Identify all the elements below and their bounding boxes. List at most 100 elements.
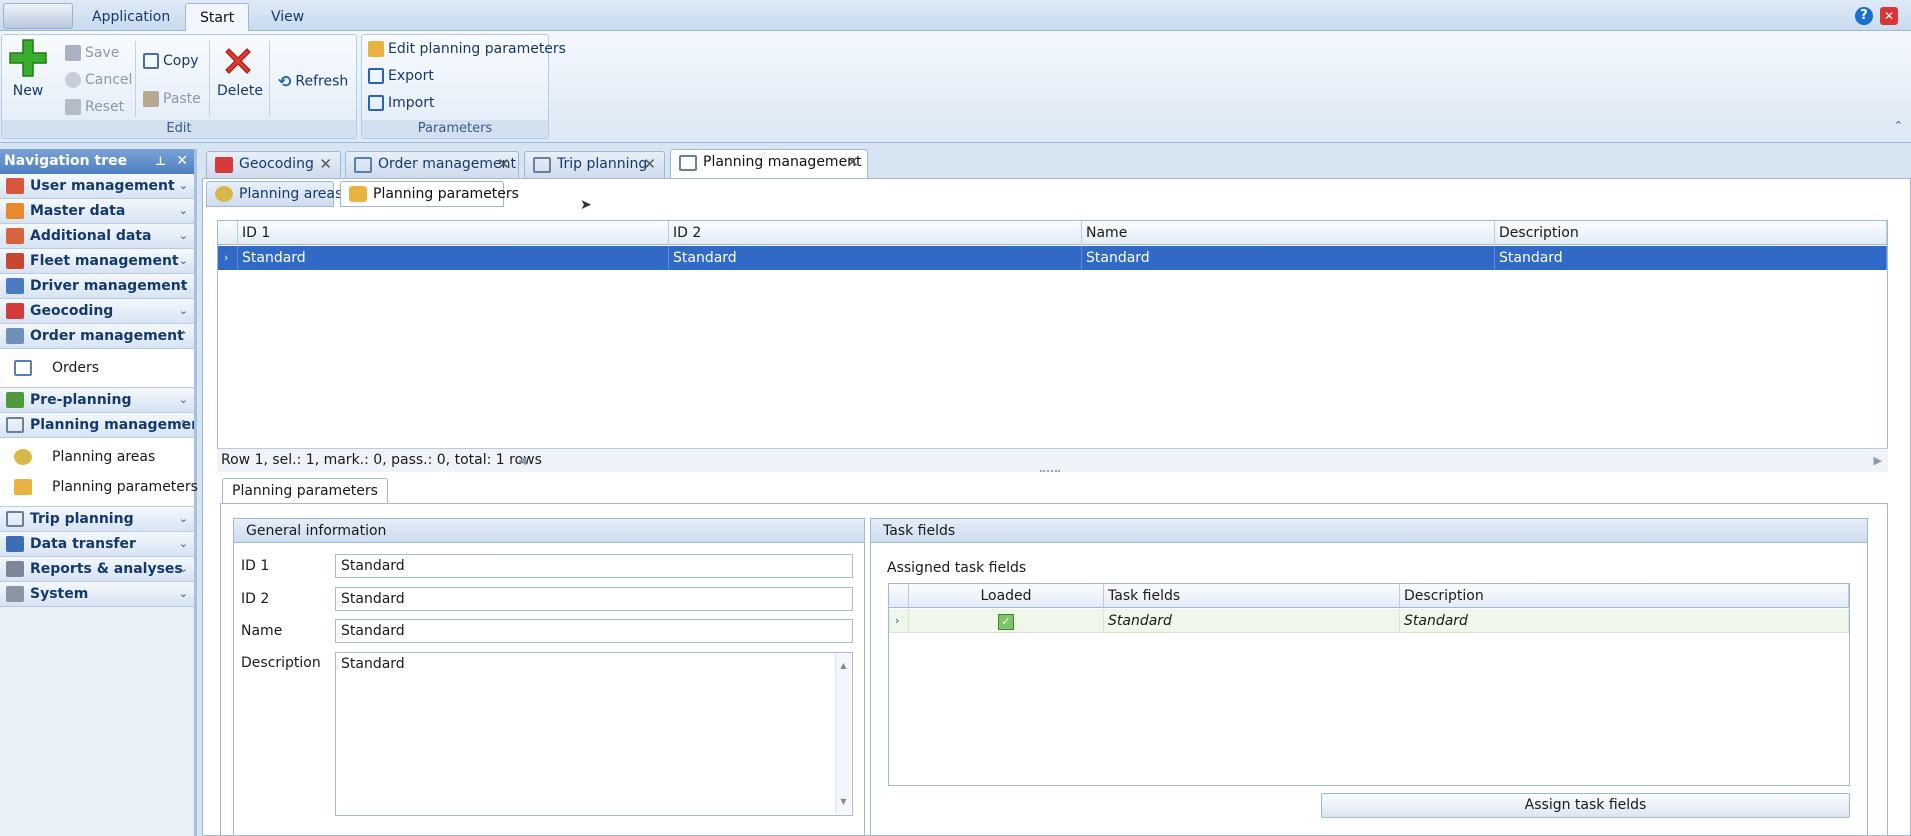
description-scrollbar[interactable]: ▲ ▼ [835,654,851,814]
column-header-task-fields[interactable]: Task fields [1104,584,1400,608]
close-icon[interactable]: ✕ [1880,7,1898,25]
nav-group-reports-analyses[interactable]: Reports & analyses ⌄ [0,557,194,582]
nav-group-data-transfer[interactable]: Data transfer ⌄ [0,532,194,557]
column-header-id2[interactable]: ID 2 [669,221,1082,245]
navigation-tree-title: Navigation tree [4,153,128,169]
table-cell[interactable]: Standard [669,246,1082,270]
nav-group-label: Order management [30,328,184,344]
column-header-description[interactable]: Description [1495,221,1887,245]
import-button-label: Import [388,95,435,111]
pin-icon[interactable]: ⊥ [155,149,166,174]
tab-label: Planning parameters [373,186,519,202]
nav-group-geocoding[interactable]: Geocoding ⌄ [0,299,194,324]
tab-planning-areas[interactable]: Planning areas [206,181,342,207]
table-cell[interactable]: Standard [238,246,669,270]
id1-field[interactable]: Standard [335,554,853,578]
chevron-down-icon: ⌄ [178,204,188,217]
column-header-loaded[interactable]: Loaded [909,584,1104,608]
description-field[interactable]: Standard ▲ ▼ [335,652,853,816]
application-menu-button[interactable] [3,3,73,29]
nav-group-pre-planning[interactable]: Pre-planning ⌄ [0,388,194,413]
column-header-id1[interactable]: ID 1 [238,221,669,245]
edit-planning-parameters-button[interactable]: Edit planning parameters [368,41,566,57]
close-icon[interactable]: ✕ [497,152,510,177]
nav-group-label: Fleet management [30,253,179,269]
table-row[interactable]: › Standard Standard Standard Standard [218,246,1887,270]
nav-group-user-management[interactable]: User management ⌄ [0,174,194,199]
nav-item-planning-areas[interactable]: Planning areas [0,442,194,472]
id2-field[interactable]: Standard [335,587,853,611]
scroll-right-icon[interactable]: ▶ [1874,449,1882,472]
table-cell[interactable]: Standard [1400,609,1849,633]
nav-item-planning-parameters[interactable]: Planning parameters [0,472,198,502]
nav-group-label: Driver management [30,278,188,294]
tab-planning-parameters[interactable]: Planning parameters [340,181,519,207]
save-button-label: Save [85,45,120,61]
save-button[interactable]: Save [65,45,119,61]
nav-group-planning-management[interactable]: Planning management ⌃ [0,413,194,438]
export-icon [368,68,384,84]
tab-order-management[interactable]: Order management ✕ [345,151,519,178]
nav-group-driver-management[interactable]: Driver management ⌄ [0,274,194,299]
tab-planning-parameters-detail[interactable]: Planning parameters [222,478,388,504]
nav-group-trip-planning[interactable]: Trip planning ⌄ [0,507,194,532]
tab-geocoding[interactable]: Geocoding ✕ [206,151,341,178]
export-button[interactable]: Export [368,68,434,84]
close-icon[interactable]: ✕ [176,149,188,174]
chevron-up-icon: ⌃ [178,329,188,342]
parameters-group: Edit planning parameters Export Import P… [361,34,566,139]
assign-task-fields-button[interactable]: Assign task fields [1321,793,1850,818]
nav-group-order-management[interactable]: Order management ⌃ [0,324,194,349]
ribbon: New Save Cancel Reset Copy Paste Delete … [0,31,1911,143]
pre-planning-icon [6,392,24,408]
planning-areas-icon [215,186,233,202]
nav-group-label: Trip planning [30,511,134,527]
table-cell[interactable]: Standard [1495,246,1887,270]
nav-group-fleet-management[interactable]: Fleet management ⌄ [0,249,194,274]
general-information-title: General information [234,519,864,543]
tab-label: Geocoding [239,156,314,172]
name-field[interactable]: Standard [335,619,853,643]
new-button[interactable]: New [6,37,50,99]
planning-parameters-grid[interactable]: ID 1 ID 2 Name Description › Standard St… [217,220,1888,472]
table-cell[interactable]: Standard [1104,609,1400,633]
nav-group-label: Geocoding [30,303,114,319]
refresh-button[interactable]: ⟲ Refresh [278,72,348,91]
tab-label: Order management [378,156,517,172]
nav-group-system[interactable]: System ⌄ [0,582,194,607]
separator [269,41,270,117]
table-row[interactable]: › ✓ Standard Standard [889,609,1849,633]
nav-group-master-data[interactable]: Master data ⌄ [0,199,194,224]
cancel-button[interactable]: Cancel [65,72,132,88]
tab-planning-management[interactable]: Planning management ✕ [670,149,868,179]
chevron-down-icon: ⌄ [178,393,188,406]
import-button[interactable]: Import [368,95,434,111]
nav-item-orders[interactable]: Orders [0,353,194,383]
navigation-tree-header: Navigation tree ⊥ ✕ [0,149,194,174]
copy-button[interactable]: Copy [143,53,199,69]
reset-button[interactable]: Reset [65,99,124,115]
help-icon[interactable]: ? [1855,7,1873,25]
column-header-name[interactable]: Name [1082,221,1495,245]
cancel-icon [65,72,81,88]
reset-button-label: Reset [85,99,125,115]
loaded-check-icon[interactable]: ✓ [909,609,1104,633]
trip-planning-icon [533,157,551,173]
splitter-handle[interactable] [1040,470,1060,474]
tab-trip-planning[interactable]: Trip planning ✕ [524,151,665,178]
assigned-task-fields-grid[interactable]: Loaded Task fields Description › ✓ Stand… [888,583,1850,786]
tab-application[interactable]: Application [78,3,184,31]
tab-view[interactable]: View [257,3,318,31]
scroll-left-icon[interactable]: ◀ [518,449,526,472]
close-icon[interactable]: ✕ [846,150,859,175]
delete-button[interactable]: Delete [217,43,263,99]
table-cell[interactable]: Standard [1082,246,1495,270]
column-header-description[interactable]: Description [1400,584,1849,608]
paste-button[interactable]: Paste [143,91,201,107]
nav-group-additional-data[interactable]: Additional data ⌄ [0,224,194,249]
name-label: Name [241,623,283,639]
close-icon[interactable]: ✕ [319,152,332,177]
collapse-ribbon-icon[interactable]: ⌃ [1894,119,1903,132]
tab-start[interactable]: Start [185,3,250,31]
close-icon[interactable]: ✕ [643,152,656,177]
